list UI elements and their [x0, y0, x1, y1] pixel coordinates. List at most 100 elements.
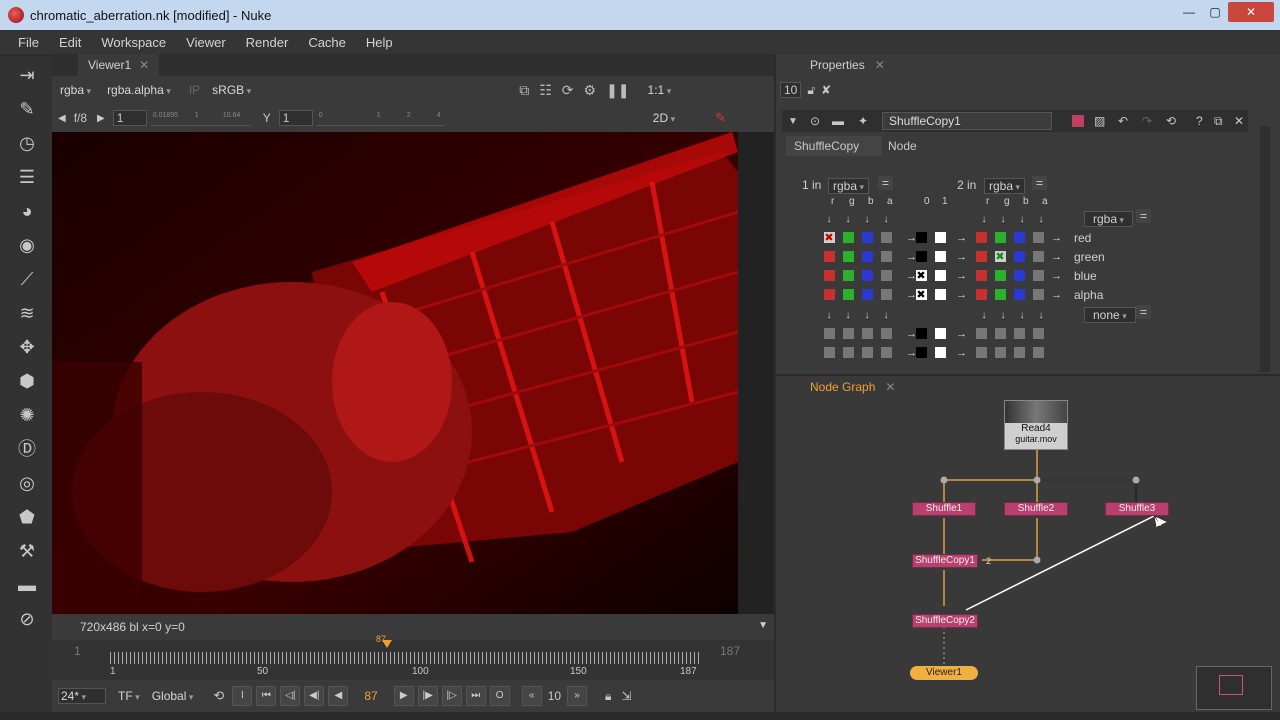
menu-cache[interactable]: Cache: [308, 35, 346, 50]
loop-icon[interactable]: ⟲: [213, 688, 224, 704]
input1-link-button[interactable]: =: [878, 176, 894, 190]
paint-icon[interactable]: ✎: [715, 110, 726, 126]
tile-color-icon[interactable]: [1072, 115, 1084, 127]
maximize-button[interactable]: ▢: [1202, 2, 1228, 22]
flipbook-icon[interactable]: ⇲: [621, 689, 631, 703]
close-properties-icon[interactable]: ✕: [875, 58, 885, 72]
shufflecopy2-node[interactable]: ShuffleCopy2: [912, 614, 978, 628]
color-nodes-icon[interactable]: ◕: [16, 200, 38, 222]
skip-back-button[interactable]: «: [521, 686, 542, 706]
fstop-right-icon[interactable]: ▶: [97, 113, 105, 124]
close-node-panel-icon[interactable]: ✕: [1234, 114, 1244, 128]
output2-link-button[interactable]: =: [1136, 305, 1152, 319]
channel-nodes-icon[interactable]: ☰: [16, 166, 38, 188]
input-process-button[interactable]: IP: [189, 83, 200, 97]
redo-icon[interactable]: ↷: [1142, 114, 1152, 128]
gain-field[interactable]: 1: [112, 110, 147, 126]
tab-properties[interactable]: Properties ✕: [800, 54, 895, 76]
alpha-channel-dropdown[interactable]: rgba.alpha: [107, 83, 171, 97]
settings-icon[interactable]: ✦: [858, 114, 868, 128]
shufflecopy1-node[interactable]: ShuffleCopy1: [912, 554, 978, 568]
particles-nodes-icon[interactable]: ✺: [16, 404, 38, 426]
gamma-field[interactable]: 1: [278, 110, 313, 126]
prev-keyframe-button[interactable]: ◁|: [280, 686, 301, 706]
current-frame-field[interactable]: 87: [364, 689, 377, 703]
menu-file[interactable]: File: [18, 35, 39, 50]
scope-dropdown[interactable]: Global: [152, 689, 194, 703]
pause-icon[interactable]: ❚❚: [606, 82, 629, 99]
roi-icon[interactable]: ⧉: [519, 82, 529, 99]
clipping-icon[interactable]: ☷: [539, 82, 552, 99]
gain-slider[interactable]: 0.01895 1 10.64: [150, 110, 251, 126]
node-graph-minimap[interactable]: [1196, 666, 1272, 710]
tab-shufflecopy[interactable]: ShuffleCopy: [786, 136, 882, 156]
gamma-slider[interactable]: 0 1 2 4: [316, 110, 445, 126]
menu-viewer[interactable]: Viewer: [186, 35, 226, 50]
zoom-dropdown[interactable]: 1:1: [648, 83, 672, 97]
shuffle2-node[interactable]: Shuffle2: [1004, 502, 1068, 516]
time-nodes-icon[interactable]: ◷: [16, 132, 38, 154]
out-point-button[interactable]: O: [489, 686, 510, 706]
minimap-viewport[interactable]: [1219, 675, 1243, 695]
clear-panels-icon[interactable]: ✘: [821, 83, 831, 97]
last-frame-button[interactable]: ⏭: [465, 686, 486, 706]
read4-node[interactable]: Read4 guitar.mov: [1004, 400, 1068, 450]
keyer-nodes-icon[interactable]: ⟋: [16, 268, 38, 290]
timeline-in-point[interactable]: 1: [74, 644, 81, 658]
merge-nodes-icon[interactable]: ≋: [16, 302, 38, 324]
channels-dropdown[interactable]: rgba: [60, 83, 91, 97]
menu-workspace[interactable]: Workspace: [101, 35, 166, 50]
info-dropdown-icon[interactable]: ▼: [758, 620, 768, 631]
font-color-icon[interactable]: ▨: [1094, 114, 1105, 128]
output-link-button[interactable]: =: [1136, 209, 1152, 223]
next-keyframe-button[interactable]: |▷: [441, 686, 462, 706]
tab-node[interactable]: Node: [888, 136, 917, 156]
tab-viewer1[interactable]: Viewer1 ✕: [78, 54, 160, 76]
prev-frame-button[interactable]: ◀|: [304, 686, 325, 706]
gizmos-nodes-icon[interactable]: ⊘: [16, 608, 38, 630]
output-layer-dropdown[interactable]: rgba: [1084, 211, 1134, 227]
fps-dropdown[interactable]: 24*: [58, 688, 106, 704]
metadata-nodes-icon[interactable]: ⬟: [16, 506, 38, 528]
help-icon[interactable]: ?: [1196, 114, 1203, 128]
gpu-icon[interactable]: ⚙: [584, 82, 597, 99]
viewer-image[interactable]: [52, 132, 738, 614]
node-help-icon[interactable]: ⊙: [810, 114, 820, 128]
menu-render[interactable]: Render: [246, 35, 289, 50]
tf-dropdown[interactable]: TF: [118, 689, 140, 703]
properties-scrollbar[interactable]: [1260, 126, 1270, 372]
minimize-button[interactable]: —: [1176, 2, 1202, 22]
next-frame-button[interactable]: |▶: [417, 686, 438, 706]
close-button[interactable]: ✕: [1228, 2, 1274, 22]
collapse-icon[interactable]: ▼: [788, 116, 798, 127]
3d-nodes-icon[interactable]: ⬢: [16, 370, 38, 392]
shuffle-matrix[interactable]: ↓ ↓ ↓ ↓ ↓ ↓ ↓ ↓ ✖ → → → → → ✖ → → ✖ → → → ✖ → …: [816, 210, 1116, 370]
furnace-nodes-icon[interactable]: ▬: [16, 574, 38, 596]
play-forward-button[interactable]: ▶: [393, 686, 414, 706]
undo-icon[interactable]: ↶: [1118, 114, 1128, 128]
max-panels-field[interactable]: 10: [780, 82, 802, 98]
skip-forward-button[interactable]: »: [567, 686, 588, 706]
draw-nodes-icon[interactable]: ✎: [16, 98, 38, 120]
play-backward-button[interactable]: ◀: [328, 686, 349, 706]
node-color-icon[interactable]: ▬: [832, 114, 844, 128]
input2-dropdown[interactable]: rgba: [984, 178, 1026, 194]
filter-nodes-icon[interactable]: ◉: [16, 234, 38, 256]
float-panel-icon[interactable]: ⧉: [1214, 114, 1223, 129]
revert-icon[interactable]: ⟲: [1166, 114, 1176, 128]
menu-edit[interactable]: Edit: [59, 35, 81, 50]
input1-dropdown[interactable]: rgba: [828, 178, 870, 194]
fstop-left-icon[interactable]: ◀: [58, 113, 66, 124]
output2-dropdown[interactable]: none: [1084, 307, 1136, 323]
image-nodes-icon[interactable]: ⇥: [16, 64, 38, 86]
transform-nodes-icon[interactable]: ✥: [16, 336, 38, 358]
close-tab-icon[interactable]: ✕: [139, 58, 149, 72]
view-mode-dropdown[interactable]: 2D: [653, 111, 675, 125]
deep-nodes-icon[interactable]: Ⓓ: [16, 438, 38, 460]
skip-increment-field[interactable]: 10: [548, 689, 561, 703]
node-name-field[interactable]: ShuffleCopy1: [882, 112, 1052, 130]
menu-help[interactable]: Help: [366, 35, 393, 50]
views-nodes-icon[interactable]: ◎: [16, 472, 38, 494]
refresh-icon[interactable]: ⟳: [562, 82, 574, 99]
timeline[interactable]: 1 187 87 1 50 100 150 187: [52, 634, 774, 680]
